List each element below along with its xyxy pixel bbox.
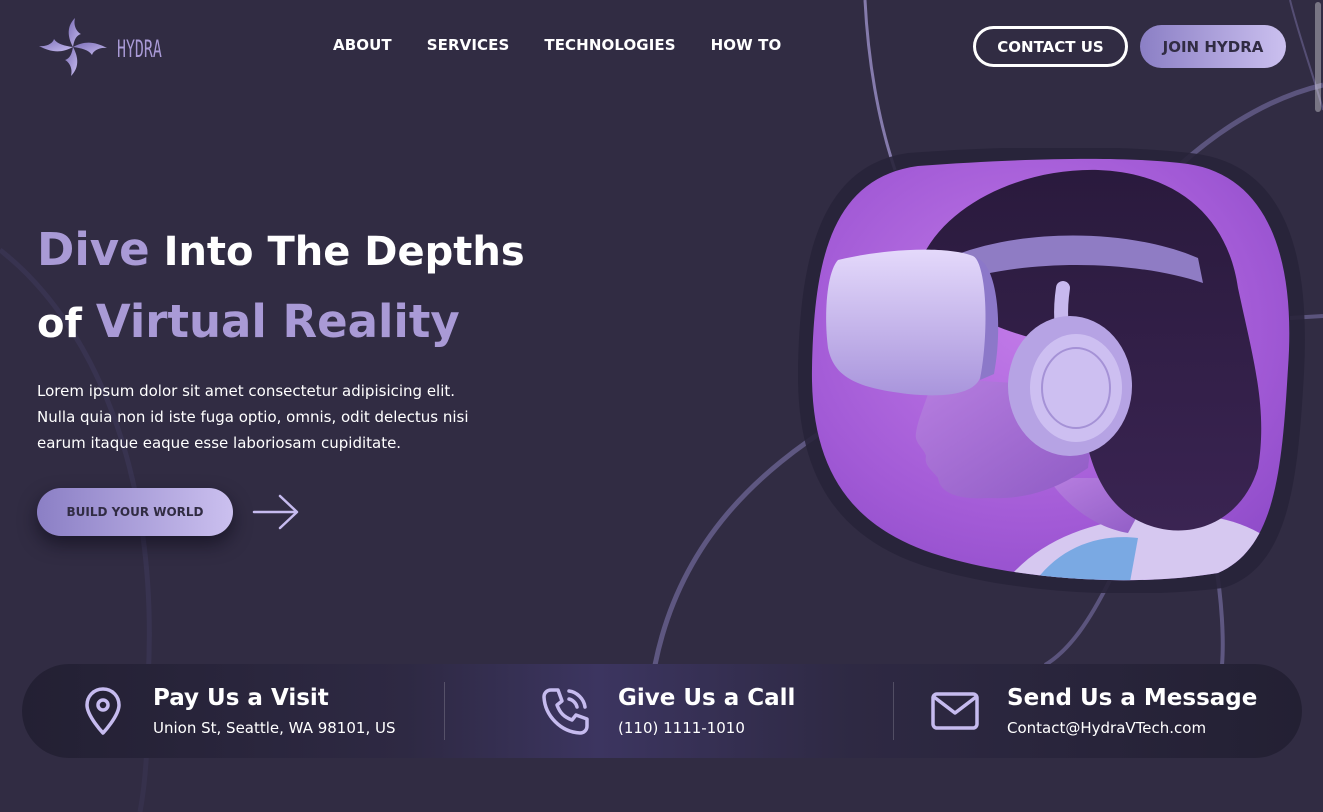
brand-logo[interactable]: HYDRA [37,16,189,82]
main-nav: ABOUT SERVICES TECHNOLOGIES HOW TO [333,36,781,54]
join-hydra-button[interactable]: JOIN HYDRA [1140,25,1286,68]
hero-image [797,147,1308,594]
contact-us-button[interactable]: CONTACT US [973,26,1128,67]
nav-how-to[interactable]: HOW TO [711,36,782,54]
nav-technologies[interactable]: TECHNOLOGIES [544,36,675,54]
contact-message-email[interactable]: Contact@HydraVTech.com [1007,719,1257,737]
contact-visit-title: Pay Us a Visit [153,685,329,711]
hero-title-accent-2: Virtual Reality [95,295,460,348]
contact-message-title: Send Us a Message [1007,685,1258,711]
contact-divider [444,682,445,740]
mail-icon [928,684,982,738]
nav-services[interactable]: SERVICES [427,36,510,54]
page-scrollbar[interactable] [1315,2,1321,112]
contact-divider [893,682,894,740]
hero-title-rest-1: Into The Depths [149,229,525,275]
hero-description: Lorem ipsum dolor sit amet consectetur a… [37,382,469,452]
brand-name: HYDRA [117,35,162,63]
hydra-swirl-icon [37,16,109,82]
contact-call-title: Give Us a Call [618,685,796,711]
contact-visit-address: Union St, Seattle, WA 98101, US [153,719,396,737]
contact-call-phone: (110) 1111-1010 [618,719,745,737]
nav-about[interactable]: ABOUT [333,36,392,54]
map-pin-icon [76,684,130,738]
contact-call[interactable]: Give Us a Call (110) 1111-1010 [538,664,795,758]
hero-title: Dive Into The Depths of Virtual Reality [37,215,597,359]
hero-title-accent-1: Dive [37,223,150,276]
phone-icon [538,684,592,738]
hero-title-prefix-2: of [37,301,96,347]
contact-bar: Pay Us a Visit Union St, Seattle, WA 981… [22,664,1302,758]
arrow-right-icon[interactable] [252,494,300,530]
build-your-world-button[interactable]: BUILD YOUR WORLD [37,488,233,536]
contact-message[interactable]: Send Us a Message Contact@HydraVTech.com [928,664,1257,758]
contact-visit[interactable]: Pay Us a Visit Union St, Seattle, WA 981… [76,664,395,758]
